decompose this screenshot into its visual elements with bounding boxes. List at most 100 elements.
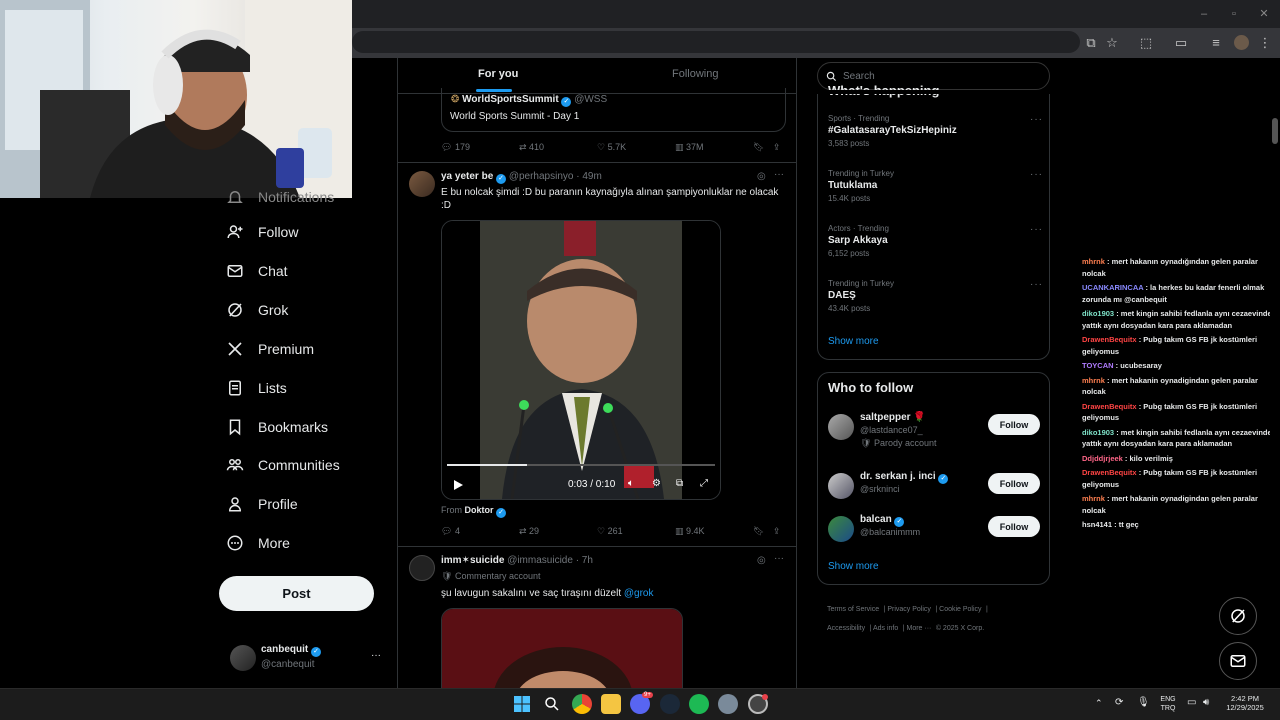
trend-more-icon[interactable]: ··· — [1030, 224, 1043, 235]
browser-menu-icon[interactable]: ⋮ — [1256, 34, 1274, 52]
like-button[interactable]: ♡ 261 — [597, 526, 623, 537]
grok-icon — [1231, 609, 1245, 623]
repost-button[interactable]: ⇄ 410 — [519, 142, 544, 153]
profile-avatar[interactable] — [1234, 35, 1249, 50]
views-button[interactable]: ▥ 9.4K — [675, 526, 705, 537]
video-player[interactable]: 0:03 / 0:10 🔈︎ ⚙︎ ⧉ ⤢ — [441, 220, 721, 500]
windows-start-icon[interactable] — [514, 696, 530, 712]
search-taskbar-icon[interactable] — [543, 695, 561, 713]
picture-in-picture-icon[interactable]: ⧉ — [676, 478, 683, 489]
tab-following[interactable]: Following — [672, 68, 718, 80]
share-icon[interactable]: ⇪ — [773, 526, 781, 537]
microphone-icon[interactable]: 🎙︎ — [1137, 697, 1150, 708]
follow-suggestion[interactable]: saltpepper 🌹 @lastdance07_ 🛡︎ Parody acc… — [828, 412, 1040, 452]
nav-item-chat[interactable]: Chat — [226, 254, 288, 288]
account-more-icon[interactable]: ··· — [371, 650, 381, 661]
video-progress-track[interactable] — [447, 464, 715, 466]
mention-link[interactable]: @grok — [624, 588, 654, 599]
grok-action-icon[interactable]: ◎ — [757, 555, 766, 566]
language-indicator[interactable]: ENG TRQ — [1156, 695, 1180, 713]
views-button[interactable]: ▥ 37M — [675, 142, 704, 153]
extensions-icon[interactable]: ⬚ — [1137, 34, 1155, 52]
clock[interactable]: 2:42 PM 12/29/2025 — [1222, 694, 1268, 712]
footer-link-more[interactable]: More ··· — [906, 625, 931, 632]
grok-action-icon[interactable]: ◎ — [757, 171, 766, 182]
nav-item-grok[interactable]: Grok — [226, 293, 288, 327]
post-image[interactable] — [441, 608, 683, 688]
bookmark-post-icon[interactable]: 🔖︎ — [753, 142, 764, 153]
close-window-button[interactable]: ✕ — [1256, 6, 1272, 22]
nav-item-notifications[interactable]: Notifications — [226, 180, 334, 214]
footer-link-cookie[interactable]: Cookie Policy — [939, 606, 981, 613]
post-more-icon[interactable]: ··· — [774, 169, 784, 180]
spotify-icon[interactable] — [689, 694, 709, 714]
nav-item-follow[interactable]: Follow — [226, 215, 298, 249]
like-button[interactable]: ♡ 5.7K — [597, 142, 626, 153]
trend-item[interactable]: Sports · Trending #GalatasarayTekSizHepi… — [828, 114, 1043, 148]
steam-icon[interactable] — [660, 694, 680, 714]
footer-link-terms[interactable]: Terms of Service — [827, 606, 879, 613]
messages-float-button[interactable] — [1219, 642, 1257, 680]
network-icon[interactable]: ▭ — [1187, 697, 1196, 708]
minimize-button[interactable]: – — [1196, 6, 1212, 22]
from-source-link[interactable]: Doktor — [465, 505, 494, 515]
trend-item[interactable]: Actors · Trending Sarp Akkaya 6,152 post… — [828, 224, 1043, 258]
follow-suggestion[interactable]: balcan ✓ @balcanimmm Follow — [828, 514, 1040, 554]
avatar[interactable] — [409, 171, 435, 197]
avatar[interactable] — [409, 555, 435, 581]
post-more-icon[interactable]: ··· — [774, 553, 784, 564]
post-actions: 💬︎ 4 ⇄ 29 ♡ 261 ▥ 9.4K 🔖︎ ⇪ — [441, 524, 786, 540]
bookmark-post-icon[interactable]: 🔖︎ — [753, 526, 764, 537]
play-icon[interactable] — [452, 479, 464, 491]
nav-item-label: Grok — [258, 302, 289, 318]
follow-suggestion[interactable]: dr. serkan j. inci ✓ @srkninci Follow — [828, 471, 1040, 511]
post-button[interactable]: Post — [219, 576, 374, 611]
chrome-icon[interactable] — [572, 694, 592, 714]
nav-item-bookmarks[interactable]: Bookmarks — [226, 410, 328, 444]
video-progress-fill — [447, 464, 528, 466]
nav-item-lists[interactable]: Lists — [226, 371, 287, 405]
footer-link-ads[interactable]: Ads info — [873, 625, 898, 632]
share-icon[interactable]: ⇪ — [773, 142, 781, 153]
tray-chevron-icon[interactable]: ⌃ — [1095, 698, 1103, 709]
settings-icon[interactable]: ⚙︎ — [652, 478, 661, 489]
footer-link-privacy[interactable]: Privacy Policy — [887, 606, 931, 613]
maximize-button[interactable]: ▫ — [1226, 6, 1242, 22]
follow-show-more-link[interactable]: Show more — [828, 561, 879, 572]
grok-float-button[interactable] — [1219, 597, 1257, 635]
trend-more-icon[interactable]: ··· — [1030, 114, 1043, 125]
tray-app-icon[interactable]: ⟳ — [1115, 697, 1123, 708]
settings-app-icon[interactable] — [718, 694, 738, 714]
follow-button[interactable]: Follow — [988, 473, 1040, 494]
nav-item-premium[interactable]: Premium — [226, 332, 314, 366]
screen-capture-icon[interactable]: ⧉ — [1082, 34, 1100, 52]
split-view-icon[interactable]: ▭ — [1172, 34, 1190, 52]
scrollbar-thumb[interactable] — [1272, 118, 1278, 144]
follow-button[interactable]: Follow — [988, 414, 1040, 435]
suggestion-name: saltpepper 🌹 — [860, 412, 926, 423]
trend-more-icon[interactable]: ··· — [1030, 169, 1043, 180]
reply-button[interactable]: 💬︎ 179 — [441, 142, 470, 153]
nav-item-profile[interactable]: Profile — [226, 487, 298, 521]
footer-link-accessibility[interactable]: Accessibility — [827, 625, 865, 632]
trend-item[interactable]: Trending in Turkey Tutuklama 15.4K posts… — [828, 169, 1043, 203]
reading-list-icon[interactable]: ≡ — [1207, 34, 1225, 52]
nav-item-more[interactable]: More — [226, 526, 290, 560]
bookmark-star-icon[interactable]: ☆ — [1103, 34, 1121, 52]
tab-for-you[interactable]: For you — [478, 68, 518, 80]
repost-button[interactable]: ⇄ 29 — [519, 526, 539, 537]
follow-button[interactable]: Follow — [988, 516, 1040, 537]
quoted-post[interactable]: ❂ WorldSportsSummit ✓ @WSS World Sports … — [441, 88, 786, 132]
file-explorer-icon[interactable] — [601, 694, 621, 714]
scrollbar[interactable] — [1270, 58, 1280, 688]
fullscreen-icon[interactable]: ⤢ — [700, 478, 708, 489]
trend-more-icon[interactable]: ··· — [1030, 279, 1043, 290]
reply-button[interactable]: 💬︎ 4 — [441, 526, 460, 537]
address-bar[interactable] — [352, 31, 1080, 53]
trend-item[interactable]: Trending in Turkey DAEŞ 43.4K posts ··· — [828, 279, 1043, 313]
volume-icon[interactable]: 🔈︎ — [628, 478, 634, 489]
account-switcher[interactable]: canbequit ✓ @canbequit ··· — [226, 640, 386, 676]
speaker-icon[interactable]: 🔊︎ — [1203, 697, 1209, 708]
trends-show-more-link[interactable]: Show more — [828, 336, 879, 347]
nav-item-communities[interactable]: Communities — [226, 448, 340, 482]
